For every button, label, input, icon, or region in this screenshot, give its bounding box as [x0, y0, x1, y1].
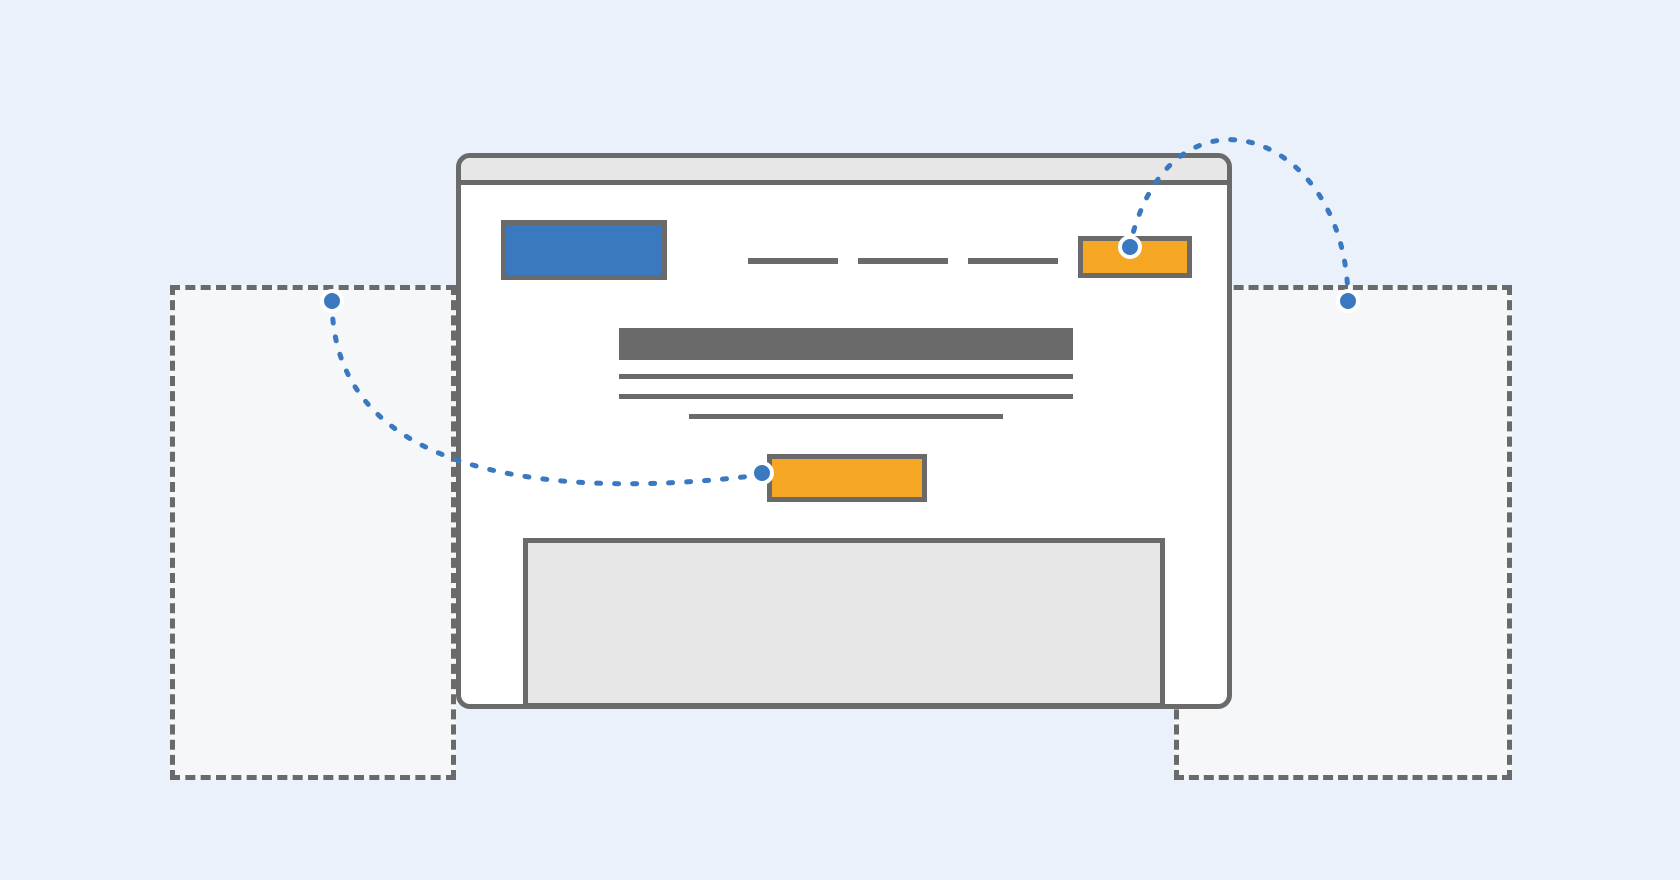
- browser-window: [456, 153, 1232, 709]
- connector-dot-left-panel: [320, 289, 344, 313]
- nav-item-2: [858, 258, 948, 264]
- body-cta-button[interactable]: [767, 454, 927, 502]
- subhead-line-2: [619, 394, 1073, 399]
- subhead-line-1: [619, 374, 1073, 379]
- diagram-stage: [0, 0, 1680, 880]
- headline-bar: [619, 328, 1073, 360]
- hero-image-placeholder: [523, 538, 1165, 708]
- connector-dot-body-cta: [750, 461, 774, 485]
- subhead-line-3: [689, 414, 1003, 419]
- browser-titlebar: [461, 158, 1227, 185]
- connector-dot-header-cta: [1118, 235, 1142, 259]
- logo-placeholder: [501, 220, 667, 280]
- nav-item-1: [748, 258, 838, 264]
- left-linked-panel: [170, 285, 456, 780]
- connector-dot-right-panel: [1336, 289, 1360, 313]
- nav-item-3: [968, 258, 1058, 264]
